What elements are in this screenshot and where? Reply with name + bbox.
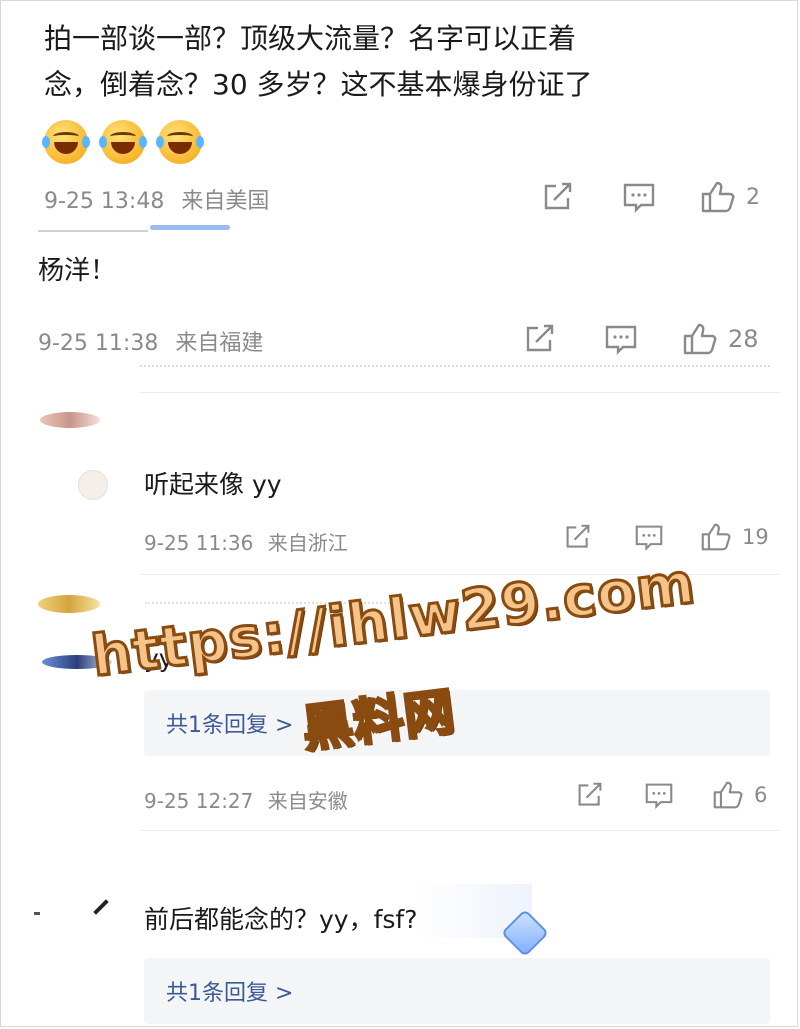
like-icon — [700, 522, 732, 552]
comment-meta: 9-25 11:38 来自福建 — [38, 325, 263, 357]
divider — [140, 392, 780, 393]
comment-button[interactable] — [634, 524, 664, 552]
reply-location: 来自安徽 — [267, 789, 348, 813]
comment-icon — [634, 524, 664, 552]
like-count: 6 — [754, 783, 768, 807]
share-icon — [524, 324, 556, 354]
like-count: 28 — [728, 325, 759, 353]
divider — [140, 830, 780, 831]
share-button[interactable] — [576, 782, 604, 808]
comment-button[interactable] — [622, 182, 656, 214]
comment-text-line2: 念，倒着念？30 多岁？这不基本爆身份证了 — [44, 68, 593, 101]
share-button[interactable] — [564, 524, 592, 550]
share-button[interactable] — [542, 182, 574, 212]
comment-text-line1: 拍一部谈一部？顶级大流量？名字可以正着 — [44, 22, 577, 55]
share-icon — [564, 524, 592, 550]
comment-text: 拍一部谈一部？顶级大流量？名字可以正着 念，倒着念？30 多岁？这不基本爆身份证… — [44, 16, 764, 108]
share-button[interactable] — [524, 324, 556, 354]
reply-meta: 9-25 11:36 来自浙江 — [144, 527, 348, 556]
comment-time: 9-25 13:48 — [44, 189, 165, 214]
reply-meta: 9-25 12:27 来自安徽 — [144, 785, 348, 814]
comment-text: 杨洋！ — [38, 256, 117, 286]
avatar[interactable] — [40, 412, 100, 428]
comment-time: 9-25 11:38 — [38, 331, 159, 356]
comment-icon — [604, 324, 638, 356]
user-badge — [150, 225, 230, 230]
laugh-cry-emoji — [156, 120, 205, 164]
reply-text: 前后都能念的？yy，fsf? — [144, 905, 418, 934]
comment-icon — [622, 182, 656, 214]
view-replies-link[interactable]: 共1条回复 > — [144, 690, 770, 756]
like-count: 19 — [742, 525, 769, 549]
reply-text: 听起来像 yy — [144, 470, 282, 499]
like-button[interactable]: 2 — [700, 180, 760, 214]
avatar-fragment — [34, 912, 40, 915]
view-replies-link[interactable]: 共1条回复 > — [144, 958, 770, 1024]
emoji-row — [42, 120, 210, 164]
comment-location: 来自美国 — [181, 189, 270, 214]
reply-time: 9-25 12:27 — [144, 789, 254, 813]
like-icon — [682, 322, 718, 356]
like-count: 2 — [746, 184, 760, 210]
clipped-row — [140, 365, 770, 373]
comment-button[interactable] — [644, 782, 674, 810]
avatar[interactable] — [78, 470, 108, 500]
avatar[interactable] — [38, 595, 100, 613]
like-button[interactable]: 28 — [682, 322, 759, 356]
share-icon — [542, 182, 574, 212]
comment-location: 来自福建 — [175, 331, 264, 356]
like-icon — [700, 180, 736, 214]
share-icon — [576, 782, 604, 808]
like-icon — [712, 780, 744, 810]
comment-icon — [644, 782, 674, 810]
like-button[interactable]: 19 — [700, 522, 769, 552]
laugh-cry-emoji — [99, 120, 148, 164]
comment-button[interactable] — [604, 324, 638, 356]
reply-time: 9-25 11:36 — [144, 531, 254, 555]
username-fragment — [38, 220, 148, 232]
reply-location: 来自浙江 — [267, 531, 348, 555]
view-replies-label: 共1条回复 > — [166, 981, 294, 1006]
comment-meta: 9-25 13:48 来自美国 — [44, 183, 269, 215]
view-replies-label: 共1条回复 > — [166, 713, 294, 738]
laugh-cry-emoji — [42, 120, 90, 164]
like-button[interactable]: 6 — [712, 780, 767, 810]
